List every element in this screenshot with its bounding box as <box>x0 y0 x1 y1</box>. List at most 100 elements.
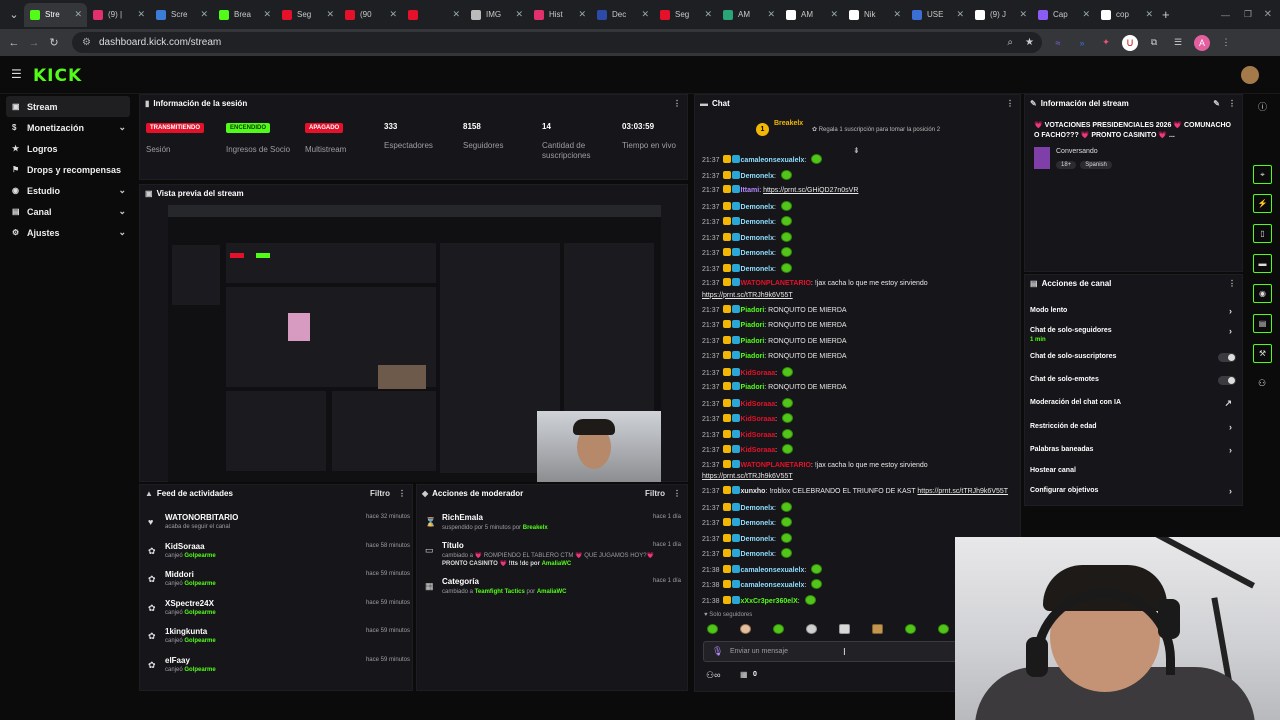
emote-icon[interactable] <box>740 624 751 634</box>
chat-username[interactable]: Demonelx <box>741 204 774 211</box>
chat-username[interactable]: camaleonsexualelx <box>741 567 805 574</box>
tab-list-icon[interactable]: ☰ <box>1170 35 1186 51</box>
sidebar-item[interactable]: ▤ Canal ⌄ <box>0 201 136 222</box>
filter-button[interactable]: Filtro <box>645 489 665 498</box>
chevron-right-icon[interactable]: › <box>1229 324 1232 338</box>
pinned-user[interactable]: Breakelx <box>774 120 803 127</box>
feed-username[interactable]: KidSoraaa <box>165 542 205 551</box>
chat-username[interactable]: camaleonsexualelx <box>741 582 805 589</box>
rail-button[interactable]: ⌖ <box>1253 165 1272 184</box>
chevron-right-icon[interactable]: › <box>1229 420 1232 434</box>
edit-pencil-icon[interactable]: ✎ <box>1213 99 1220 108</box>
profile-avatar-icon[interactable]: A <box>1194 34 1210 51</box>
browser-tab[interactable]: Brea ✕ <box>213 3 276 27</box>
chat-username[interactable]: Demonelx <box>741 520 774 527</box>
stream-tag[interactable]: Spanish <box>1080 161 1112 169</box>
message-link[interactable]: https://prnt.sc/tTRJh9k6V55T <box>702 473 793 480</box>
sidebar-item[interactable]: ⚙ Ajustes ⌄ <box>0 222 136 243</box>
tab-close-icon[interactable]: ✕ <box>74 9 82 20</box>
chat-username[interactable]: Ittami <box>741 187 760 194</box>
feed-username[interactable]: WATONORBITARIO <box>165 513 238 522</box>
people-icon[interactable]: ⚇ <box>1258 378 1266 389</box>
extension-icon[interactable]: ≈ <box>1050 35 1066 51</box>
info-icon[interactable]: ⓘ <box>1258 100 1267 113</box>
category-link[interactable]: Teamfight Tactics <box>475 589 525 595</box>
sidebar-item[interactable]: ◉ Estudio ⌄ <box>0 180 136 201</box>
chat-username[interactable]: WATONPLANETARIO <box>741 280 811 287</box>
more-icon[interactable]: ⋮ <box>673 489 681 498</box>
browser-tab[interactable]: Stre ✕ <box>24 2 87 27</box>
emote-icon[interactable] <box>707 624 718 634</box>
tab-close-icon[interactable]: ✕ <box>1082 9 1090 20</box>
channel-action[interactable]: Chat de solo-suscriptores <box>1030 350 1240 364</box>
zoom-icon[interactable]: ⌕ <box>1007 37 1013 48</box>
tab-close-icon[interactable]: ✕ <box>830 9 838 20</box>
channel-action[interactable]: Restricción de edad › <box>1030 420 1240 434</box>
tab-close-icon[interactable]: ✕ <box>326 9 334 20</box>
external-link-icon[interactable]: ↗ <box>1224 396 1232 410</box>
chat-username[interactable]: xXxCr3per360elX <box>741 598 798 605</box>
tab-close-icon[interactable]: ✕ <box>263 9 271 20</box>
tab-close-icon[interactable]: ✕ <box>641 9 649 20</box>
extension-icon[interactable]: ✦ <box>1098 35 1114 51</box>
status-badge[interactable]: TRANSMITIENDO <box>146 123 204 133</box>
chat-username[interactable]: KidSoraaa <box>741 447 776 454</box>
chat-username[interactable]: KidSoraaa <box>741 370 776 377</box>
tab-close-icon[interactable]: ✕ <box>893 9 901 20</box>
sidebar-item[interactable]: $ Monetización ⌄ <box>0 117 136 138</box>
reload-icon[interactable]: ↻ <box>44 36 64 49</box>
toggle-switch[interactable] <box>1218 376 1236 385</box>
gift-box-icon[interactable]: ▦ <box>740 670 748 679</box>
maximize-icon[interactable]: ❐ <box>1244 9 1252 20</box>
chat-username[interactable]: Piadori <box>741 338 765 345</box>
chat-username[interactable]: Demonelx <box>741 266 774 273</box>
browser-tab[interactable]: (9) | ✕ <box>87 3 150 27</box>
message-link[interactable]: https://prnt.sc/GHiQD27n0sVR <box>763 187 858 194</box>
emote-icon[interactable] <box>773 624 784 634</box>
viewers-icon[interactable]: ⚇∞ <box>706 670 720 681</box>
emote-icon[interactable] <box>839 624 850 634</box>
rail-button[interactable]: ◉ <box>1253 284 1272 303</box>
channel-action[interactable]: Chat de solo-seguidores 1 min › <box>1030 324 1240 343</box>
browser-tab[interactable]: Hist ✕ <box>528 3 591 27</box>
emote-icon[interactable] <box>905 624 916 634</box>
tab-close-icon[interactable]: ✕ <box>704 9 712 20</box>
rail-button[interactable]: ▯ <box>1253 224 1272 243</box>
user-avatar[interactable] <box>1241 66 1259 84</box>
emote-icon[interactable] <box>872 624 883 634</box>
browser-tab[interactable]: AM ✕ <box>717 3 780 27</box>
rail-button[interactable]: ⚒ <box>1253 344 1272 363</box>
chat-username[interactable]: KidSoraaa <box>741 432 776 439</box>
channel-action[interactable]: Hostear canal <box>1030 464 1240 478</box>
chat-username[interactable]: Demonelx <box>741 219 774 226</box>
url-field[interactable]: ⚙ dashboard.kick.com/stream ⌕ ★ <box>72 32 1042 53</box>
chevron-down-icon[interactable]: ⌄ <box>118 206 126 217</box>
message-link[interactable]: https://prnt.sc/tTRJh9k6V55T <box>917 488 1008 495</box>
moderator-name[interactable]: AmaliaWC <box>537 589 567 595</box>
browser-tab[interactable]: USE ✕ <box>906 3 969 27</box>
feed-username[interactable]: Middori <box>165 570 194 579</box>
tab-close-icon[interactable]: ✕ <box>767 9 775 20</box>
browser-tab[interactable]: ✕ <box>402 3 465 27</box>
status-badge[interactable]: APAGADO <box>305 123 344 133</box>
extension-icon[interactable]: » <box>1074 35 1090 51</box>
browser-tab[interactable]: Nik ✕ <box>843 3 906 27</box>
chat-username[interactable]: Piadori <box>741 384 765 391</box>
chat-username[interactable]: Piadori <box>741 353 765 360</box>
chat-username[interactable]: Demonelx <box>741 235 774 242</box>
rail-button[interactable]: ⚡ <box>1253 194 1272 213</box>
chat-input[interactable]: 🎙 Enviar un mensaje I <box>703 641 959 662</box>
chat-username[interactable]: KidSoraaa <box>741 401 776 408</box>
chevron-down-icon[interactable]: ⌄ <box>118 122 126 133</box>
more-icon[interactable]: ⋮ <box>1228 99 1236 108</box>
minimize-icon[interactable]: — <box>1221 10 1230 20</box>
more-icon[interactable]: ⋮ <box>398 489 406 498</box>
more-icon[interactable]: ⋮ <box>1006 99 1014 108</box>
chevron-right-icon[interactable]: › <box>1229 484 1232 498</box>
browser-tab[interactable]: cop ✕ <box>1095 3 1158 27</box>
feed-username[interactable]: elFaay <box>165 656 190 665</box>
message-link[interactable]: https://prnt.sc/tTRJh9k6V55T <box>702 292 793 299</box>
tab-close-icon[interactable]: ✕ <box>452 9 460 20</box>
tab-search-icon[interactable]: ⌄ <box>4 8 24 21</box>
rail-button[interactable]: ▤ <box>1253 314 1272 333</box>
